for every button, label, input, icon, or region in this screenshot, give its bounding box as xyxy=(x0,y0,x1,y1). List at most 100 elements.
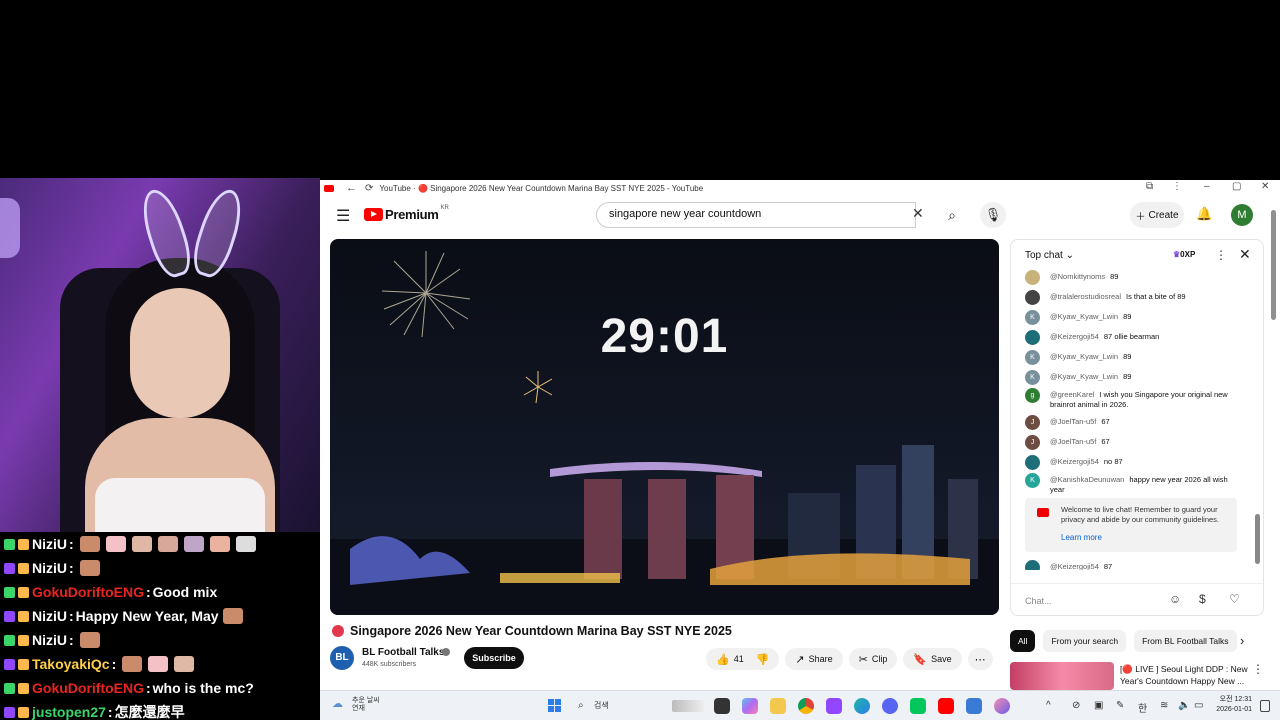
chat-scrollbar-thumb[interactable] xyxy=(1255,514,1260,564)
clear-search-icon[interactable]: ✕ xyxy=(912,205,924,222)
chat-author-avatar[interactable]: J xyxy=(1025,435,1040,450)
youtube-app-icon[interactable] xyxy=(938,698,954,714)
chat-input[interactable]: Chat... xyxy=(1025,590,1165,612)
filter-chip[interactable]: From BL Football Talks xyxy=(1134,630,1237,652)
chat-author-name[interactable]: @JoelTan-u5f xyxy=(1050,437,1096,446)
chat-author-avatar[interactable]: K xyxy=(1025,370,1040,385)
more-actions-button[interactable]: ⋯ xyxy=(967,648,993,670)
chat-author-name[interactable]: @Keizergoji54 xyxy=(1050,332,1099,341)
thumbs-up-icon: 👍 xyxy=(716,653,730,666)
recommended-thumbnail[interactable] xyxy=(1010,662,1114,690)
taskbar-search[interactable]: ⌕ 검색 xyxy=(576,696,706,716)
clip-button[interactable]: ✂ Clip xyxy=(848,648,898,670)
chat-author-avatar[interactable] xyxy=(1025,455,1040,470)
tray-pen-icon[interactable]: ✎ xyxy=(1116,700,1124,711)
emoji-icon[interactable]: ☺ xyxy=(1169,592,1181,606)
tray-network-off-icon[interactable]: ⊘ xyxy=(1072,700,1080,711)
heart-icon[interactable]: ♡ xyxy=(1229,592,1240,606)
create-button[interactable]: ＋ Create xyxy=(1130,202,1184,228)
chat-author-name[interactable]: @JoelTan-u5f xyxy=(1050,417,1096,426)
notifications-bell-icon[interactable]: 🔔 xyxy=(1196,206,1212,222)
learn-more-link[interactable]: Learn more xyxy=(1061,533,1102,542)
chat-author-avatar[interactable] xyxy=(1025,290,1040,305)
photo-app-icon[interactable] xyxy=(994,698,1010,714)
menu-dots-icon[interactable]: ⋮ xyxy=(1172,181,1182,192)
extension-icon[interactable]: ⧉ xyxy=(1146,181,1153,192)
recommended-more-icon[interactable]: ⋮ xyxy=(1252,662,1264,676)
windows-start-icon[interactable] xyxy=(548,699,562,713)
notes-app-icon[interactable] xyxy=(966,698,982,714)
chat-scrollbar[interactable] xyxy=(1255,270,1260,570)
recommended-video[interactable]: [🔴 LIVE ] Seoul Light DDP : New Year's C… xyxy=(1010,662,1272,690)
chat-author-name[interactable]: @Keizergoji54 xyxy=(1050,457,1099,466)
chat-author-avatar[interactable]: K xyxy=(1025,350,1040,365)
notification-center-icon[interactable] xyxy=(1260,700,1270,712)
share-button[interactable]: ↗ Share xyxy=(785,648,843,670)
input-language[interactable]: 한 xyxy=(1138,700,1147,715)
edge-icon[interactable] xyxy=(854,698,870,714)
subscribe-button[interactable]: Subscribe xyxy=(464,647,524,669)
chat-author-name[interactable]: @Kyaw_Kyaw_Lwin xyxy=(1050,372,1118,381)
user-badge-icon xyxy=(18,706,29,718)
chat-author-avatar[interactable] xyxy=(1025,270,1040,285)
chat-author-avatar[interactable]: K xyxy=(1025,473,1040,488)
voice-search-icon[interactable]: 🎙 xyxy=(980,202,1006,228)
copilot-icon[interactable] xyxy=(742,698,758,714)
twitch-icon[interactable] xyxy=(826,698,842,714)
file-explorer-icon[interactable] xyxy=(770,698,786,714)
chrome-icon[interactable] xyxy=(798,698,814,714)
system-clock[interactable]: 오전 12:31 2026-01-01 xyxy=(1210,695,1252,715)
back-arrow-icon[interactable]: ← xyxy=(346,182,357,194)
maximize-icon[interactable]: ▢ xyxy=(1232,181,1241,192)
chat-author-avatar[interactable]: K xyxy=(1025,310,1040,325)
discord-icon[interactable] xyxy=(882,698,898,714)
search-input[interactable]: singapore new year countdown xyxy=(596,202,916,228)
wifi-icon[interactable]: ≋ xyxy=(1160,700,1168,711)
platform-badge-icon xyxy=(4,538,15,550)
like-button[interactable]: 👍 41 👎 xyxy=(706,648,780,670)
chat-author-avatar[interactable]: J xyxy=(1025,415,1040,430)
chat-mode-dropdown[interactable]: Top chat ⌄ xyxy=(1025,250,1074,261)
tray-chevron-icon[interactable]: ^ xyxy=(1046,700,1051,711)
video-title: Singapore 2026 New Year Countdown Marina… xyxy=(332,624,732,638)
save-button[interactable]: 🔖 Save xyxy=(903,648,962,670)
chat-author-avatar[interactable] xyxy=(1025,330,1040,345)
xp-badge[interactable]: ♛0XP xyxy=(1173,250,1195,259)
volume-icon[interactable]: 🔈 xyxy=(1178,700,1190,711)
filter-chip[interactable]: From your search xyxy=(1043,630,1127,652)
chevron-right-icon[interactable]: › xyxy=(1240,633,1244,648)
account-avatar[interactable]: M xyxy=(1231,204,1253,226)
chat-message-body: @JoelTan-u5f 67 xyxy=(1050,437,1235,447)
filter-chip[interactable]: All xyxy=(1010,630,1036,652)
chat-author-name[interactable]: @Kyaw_Kyaw_Lwin xyxy=(1050,312,1118,321)
channel-avatar[interactable]: BL xyxy=(330,646,354,670)
minimize-icon[interactable]: – xyxy=(1204,181,1210,192)
super-chat-icon[interactable]: $ xyxy=(1199,592,1206,606)
chat-author-name[interactable]: @Keizergoji54 xyxy=(1050,562,1099,570)
thumbs-down-icon[interactable]: 👎 xyxy=(756,653,770,666)
tray-display-icon[interactable]: ▣ xyxy=(1094,700,1103,711)
chat-emote-icon xyxy=(148,656,169,672)
close-chat-icon[interactable]: ✕ xyxy=(1239,246,1251,263)
channel-name[interactable]: BL Football Talks xyxy=(362,647,444,658)
chat-author-name[interactable]: @greenKarel xyxy=(1050,390,1094,399)
chat-author-name[interactable]: @KanishkaDeunuwan xyxy=(1050,475,1124,484)
chat-author-avatar[interactable]: g xyxy=(1025,388,1040,403)
recommended-title[interactable]: [🔴 LIVE ] Seoul Light DDP : New Year's C… xyxy=(1120,663,1248,687)
chat-author-avatar[interactable] xyxy=(1025,560,1040,570)
battery-icon[interactable]: ▭ xyxy=(1194,700,1203,711)
chat-author-name[interactable]: @tralalerostudiosreal xyxy=(1050,292,1121,301)
naver-icon[interactable] xyxy=(910,698,926,714)
search-button[interactable]: ⌕ xyxy=(936,202,968,228)
task-view-icon[interactable] xyxy=(714,698,730,714)
youtube-premium-logo[interactable]: Premium KR xyxy=(364,205,449,222)
page-scrollbar-thumb[interactable] xyxy=(1271,210,1276,320)
video-player[interactable]: 29:01 xyxy=(330,239,999,615)
page-scrollbar[interactable] xyxy=(1270,198,1278,690)
chat-author-name[interactable]: @Nomkittynoms xyxy=(1050,272,1105,281)
chat-more-icon[interactable]: ⋮ xyxy=(1215,248,1227,262)
hamburger-menu-icon[interactable]: ☰ xyxy=(336,206,350,226)
close-window-icon[interactable]: ✕ xyxy=(1261,181,1269,192)
chat-author-name[interactable]: @Kyaw_Kyaw_Lwin xyxy=(1050,352,1118,361)
reload-icon[interactable]: ⟳ xyxy=(365,183,373,194)
